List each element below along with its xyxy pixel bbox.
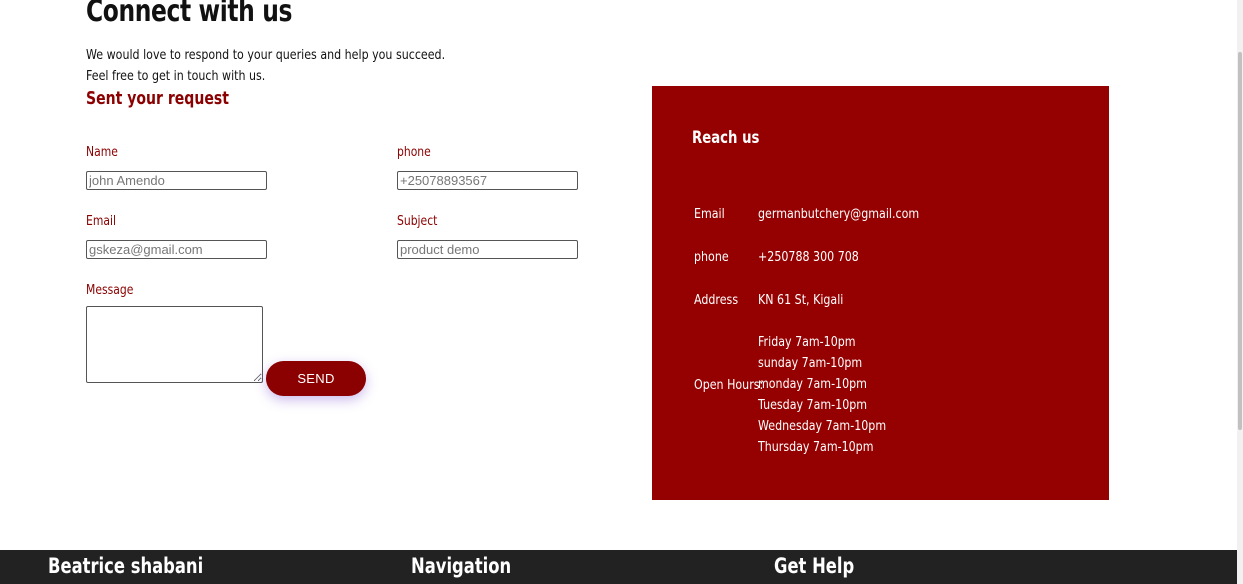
- send-button[interactable]: SEND: [266, 361, 366, 396]
- phone-input[interactable]: [397, 171, 578, 190]
- reach-us-title: Reach us: [692, 128, 760, 148]
- reach-email-value: germanbutchery@gmail.com: [758, 206, 920, 222]
- footer-navigation-title: Navigation: [411, 554, 512, 578]
- page-title: Connect with us: [86, 0, 293, 29]
- form-title: Sent your request: [86, 88, 229, 109]
- reach-phone-value: +250788 300 708: [758, 249, 859, 265]
- intro-text-secondary: Feel free to get in touch with us.: [86, 68, 266, 84]
- hours-item: monday 7am-10pm: [758, 376, 867, 392]
- page-scrollbar[interactable]: [1237, 0, 1243, 584]
- subject-input[interactable]: [397, 240, 578, 259]
- scrollbar-thumb[interactable]: [1238, 52, 1242, 430]
- reach-us-panel: Reach us Email germanbutchery@gmail.com …: [652, 86, 1109, 500]
- hours-item: Friday 7am-10pm: [758, 334, 856, 350]
- name-label: Name: [86, 144, 118, 160]
- footer-brand-title: Beatrice shabani: [48, 554, 204, 578]
- footer-get-help-title: Get Help: [774, 554, 855, 578]
- hours-item: Wednesday 7am-10pm: [758, 418, 887, 434]
- reach-email-label: Email: [694, 206, 725, 222]
- open-hours-list: Friday 7am-10pm sunday 7am-10pm monday 7…: [758, 334, 914, 460]
- reach-address-value: KN 61 St, Kigali: [758, 292, 844, 308]
- email-input[interactable]: [86, 240, 267, 259]
- message-label: Message: [86, 282, 134, 298]
- message-textarea[interactable]: [86, 306, 263, 383]
- phone-label: phone: [397, 144, 431, 160]
- name-input[interactable]: [86, 171, 267, 190]
- hours-item: Tuesday 7am-10pm: [758, 397, 868, 413]
- subject-label: Subject: [397, 213, 438, 229]
- reach-phone-label: phone: [694, 249, 729, 265]
- site-footer: Beatrice shabani Navigation Get Help: [0, 550, 1237, 584]
- intro-text: We would love to respond to your queries…: [86, 47, 446, 63]
- open-hours-label: Open Hours:: [694, 377, 764, 393]
- hours-item: sunday 7am-10pm: [758, 355, 863, 371]
- reach-address-label: Address: [694, 292, 739, 308]
- hours-item: Thursday 7am-10pm: [758, 439, 874, 455]
- email-label: Email: [86, 213, 116, 229]
